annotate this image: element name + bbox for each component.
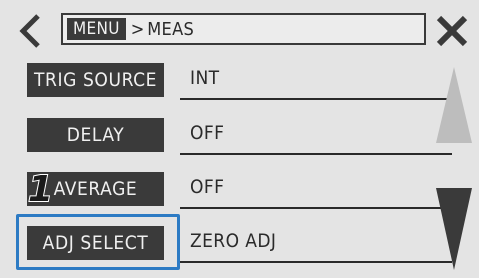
trig-source-value: INT: [190, 67, 220, 89]
scroll-up-button[interactable]: [434, 65, 474, 145]
triangle-up-icon: [436, 67, 472, 143]
close-icon: [436, 15, 468, 47]
value-underline: [180, 261, 452, 263]
trig-source-button[interactable]: TRIG SOURCE: [27, 63, 164, 97]
delay-button[interactable]: DELAY: [27, 118, 164, 152]
value-underline: [180, 98, 452, 100]
setting-row-trig-source: TRIG SOURCE INT: [27, 63, 452, 100]
step-number-badge: 1: [27, 169, 54, 211]
value-underline: [180, 153, 452, 155]
scroll-down-button[interactable]: [434, 186, 474, 272]
setting-row-average: AVERAGE OFF: [27, 172, 452, 209]
back-button[interactable]: [14, 12, 48, 50]
adj-select-value: ZERO ADJ: [190, 230, 277, 252]
breadcrumb: MENU > MEAS: [61, 13, 426, 45]
menu-breadcrumb-button[interactable]: MENU: [67, 18, 126, 40]
adj-select-highlight: [16, 214, 180, 270]
breadcrumb-current: MEAS: [147, 18, 195, 40]
chevron-left-icon: [19, 14, 40, 48]
close-button[interactable]: [433, 12, 471, 50]
value-underline: [180, 207, 452, 209]
average-value: OFF: [190, 176, 225, 198]
setting-row-delay: DELAY OFF: [27, 118, 452, 155]
delay-value: OFF: [190, 122, 225, 144]
meas-menu-screen: MENU > MEAS TRIG SOURCE INT DELAY OFF AV…: [0, 0, 479, 278]
breadcrumb-separator: >: [130, 18, 145, 40]
triangle-down-icon: [436, 188, 472, 270]
